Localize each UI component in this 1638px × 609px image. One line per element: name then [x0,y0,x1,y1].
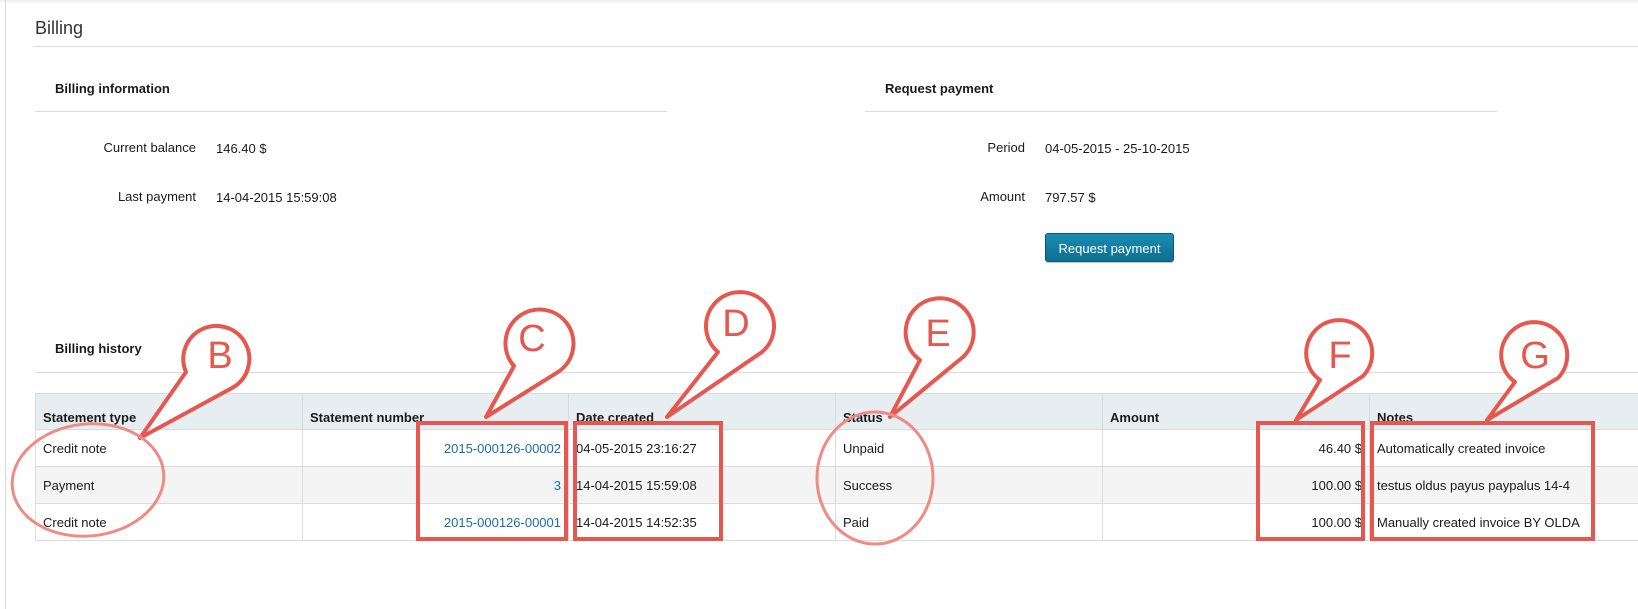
notes-cell: Automatically created invoice [1369,429,1638,467]
statement-type-cell: Payment [35,466,303,504]
notes-cell: Manually created invoice BY OLDA [1369,503,1638,541]
callout-d-label: D [722,303,750,345]
amount-cell: 100.00 $ [1102,503,1370,541]
table-row: Credit note 2015-000126-00002 04-05-2015… [35,429,1638,467]
billing-history-table: Statement type Statement number Date cre… [35,393,1638,541]
status-cell: Paid [835,503,1103,541]
table-row: Payment 3 14-04-2015 15:59:08 Success 10… [35,466,1638,504]
column-header-date-created[interactable]: Date created [568,393,836,430]
statement-number-cell: 2015-000126-00002 [302,429,569,467]
current-balance-label: Current balance [103,140,197,155]
amount-label: Amount [980,189,1025,204]
page-title: Billing [35,18,84,38]
column-header-statement-type[interactable]: Statement type [35,393,303,430]
period-label: Period [987,140,1025,155]
statement-type-cell: Credit note [35,503,303,541]
column-header-notes[interactable]: Notes [1369,393,1638,430]
title-divider [33,46,1638,47]
current-balance-value: 146.40 $ [216,141,267,156]
date-created-cell: 04-05-2015 23:16:27 [568,429,836,467]
statement-type-cell: Credit note [35,429,303,467]
request-payment-divider [865,111,1497,112]
billing-info-divider [35,111,667,112]
statement-number-cell: 3 [302,466,569,504]
statement-number-cell: 2015-000126-00001 [302,503,569,541]
column-header-statement-number[interactable]: Statement number [302,393,569,430]
status-cell: Unpaid [835,429,1103,467]
statement-number-link[interactable]: 2015-000126-00001 [444,515,561,530]
statement-number-link[interactable]: 2015-000126-00002 [444,441,561,456]
request-payment-heading: Request payment [885,81,994,96]
column-header-status[interactable]: Status [835,393,1103,430]
amount-cell: 100.00 $ [1102,466,1370,504]
top-shadow [0,0,1638,4]
billing-history-heading: Billing history [55,341,142,356]
column-header-amount[interactable]: Amount [1102,393,1370,430]
callout-e-label: E [925,313,951,355]
date-created-cell: 14-04-2015 15:59:08 [568,466,836,504]
last-payment-label: Last payment [117,189,196,204]
period-value: 04-05-2015 - 25-10-2015 [1045,141,1190,156]
billing-info-heading: Billing information [55,81,170,96]
left-border [5,0,6,609]
amount-cell: 46.40 $ [1102,429,1370,467]
request-payment-button[interactable]: Request payment [1045,233,1174,262]
amount-value: 797.57 $ [1045,190,1096,205]
billing-history-divider [35,372,1638,373]
last-payment-value: 14-04-2015 15:59:08 [216,190,337,205]
status-cell: Success [835,466,1103,504]
notes-cell: testus oldus payus paypalus 14-4 [1369,466,1638,504]
callout-c-label: C [518,318,546,360]
table-row: Credit note 2015-000126-00001 14-04-2015… [35,503,1638,541]
table-header-row: Statement type Statement number Date cre… [35,393,1638,430]
date-created-cell: 14-04-2015 14:52:35 [568,503,836,541]
statement-number-link[interactable]: 3 [554,478,561,493]
